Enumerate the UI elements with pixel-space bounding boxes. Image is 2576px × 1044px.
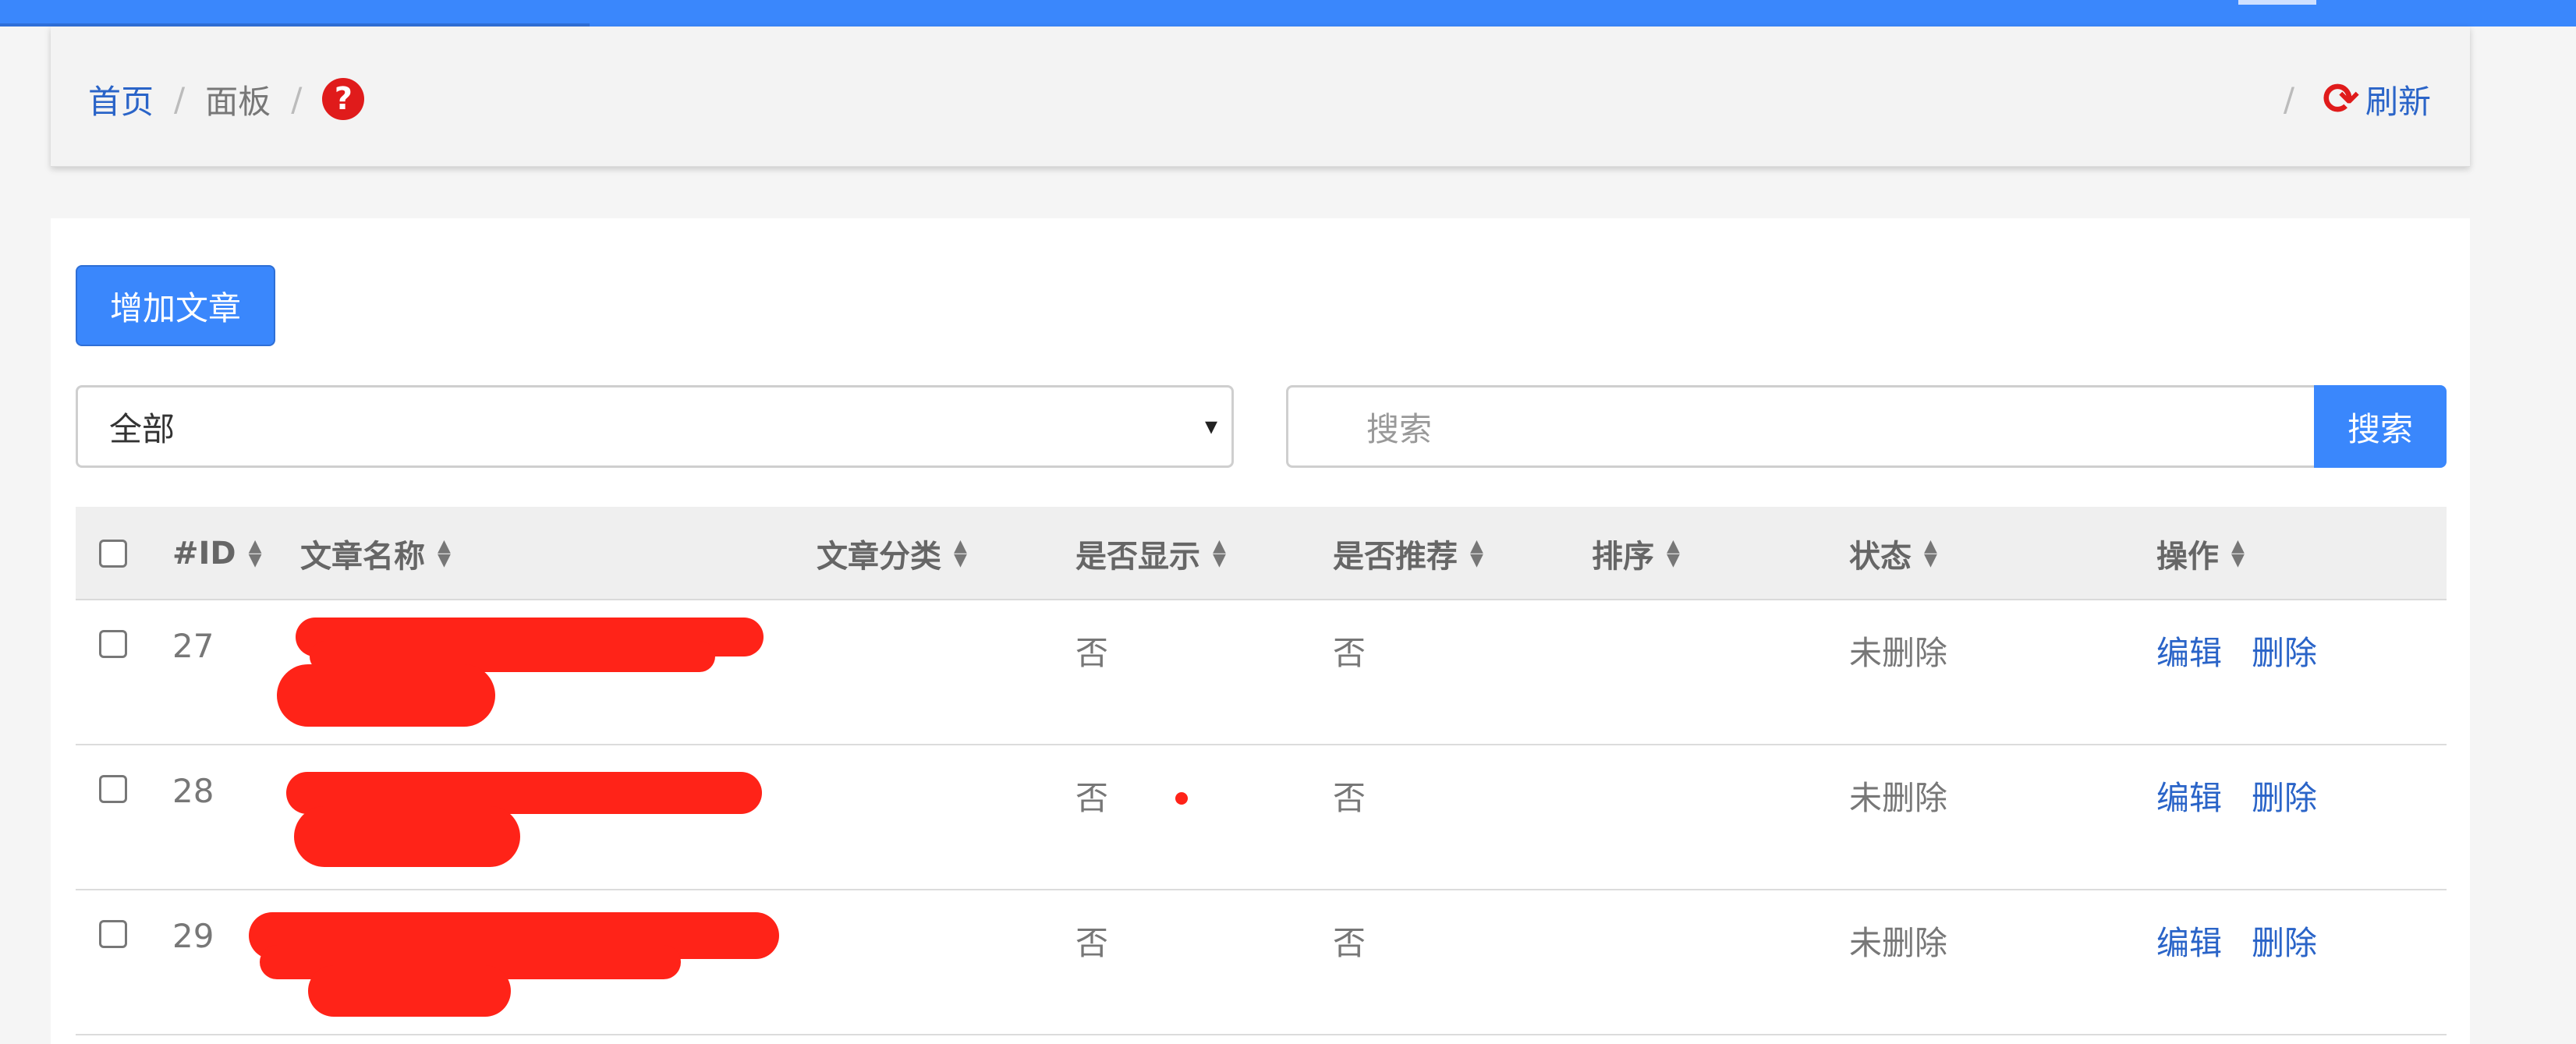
refresh-button[interactable]: / ⟳ 刷新	[2284, 72, 2431, 126]
row-id: 27	[172, 627, 214, 665]
refresh-label: 刷新	[2365, 82, 2431, 121]
sort-icon: ▲ ▼	[1470, 536, 1483, 570]
row-status: 未删除	[1849, 634, 1948, 672]
add-article-button[interactable]: 增加文章	[76, 265, 275, 346]
content-card: 增加文章 全部 ▾ 搜索 搜索 #ID ▲ ▼ 文章名称 ▲ ▼ 文章分类 ▲ ▼ 是…	[51, 218, 2470, 1044]
breadcrumb-bar: 首页 / 面板 / ? / ⟳ 刷新	[51, 27, 2470, 167]
breadcrumb: 首页 / 面板 / ?	[88, 72, 365, 126]
search-input[interactable]: 搜索	[1286, 385, 2314, 468]
row-show: 否	[1075, 779, 1109, 817]
sort-icon: ▲ ▼	[1924, 536, 1937, 570]
edit-link[interactable]: 编辑	[2156, 772, 2222, 819]
table-header: #ID ▲ ▼ 文章名称 ▲ ▼ 文章分类 ▲ ▼ 是否显示 ▲ ▼ 是否推荐 ▲ ▼ 排…	[76, 507, 2447, 600]
row-checkbox[interactable]	[99, 630, 127, 658]
row-show: 否	[1075, 634, 1109, 672]
edit-link[interactable]: 编辑	[2156, 917, 2222, 964]
row-show: 否	[1075, 924, 1109, 962]
header-recommend-label: 是否推荐	[1333, 539, 1458, 575]
refresh-icon: ⟳	[2323, 73, 2359, 125]
help-icon[interactable]: ?	[322, 78, 365, 120]
header-actions-label: 操作	[2156, 539, 2219, 575]
header-title[interactable]: 文章名称 ▲ ▼	[300, 507, 451, 600]
header-sort[interactable]: 排序 ▲ ▼	[1592, 507, 1680, 600]
table-row: 28 否 否 未删除 编辑 删除	[76, 745, 2447, 890]
header-show-label: 是否显示	[1075, 539, 1200, 575]
row-recommend: 否	[1333, 924, 1366, 962]
redaction-mark	[294, 806, 520, 867]
breadcrumb-home[interactable]: 首页	[88, 76, 154, 123]
header-status-label: 状态	[1849, 539, 1912, 575]
sort-icon: ▲ ▼	[954, 536, 967, 570]
sort-icon: ▲ ▼	[2231, 536, 2245, 570]
edit-link[interactable]: 编辑	[2156, 627, 2222, 674]
row-id: 29	[172, 917, 214, 955]
header-recommend[interactable]: 是否推荐 ▲ ▼	[1333, 507, 1483, 600]
header-id-label: #ID	[172, 536, 236, 572]
delete-link[interactable]: 删除	[2252, 627, 2317, 674]
table-row: 29 否 否 未删除 编辑 删除	[76, 890, 2447, 1035]
header-category[interactable]: 文章分类 ▲ ▼	[817, 507, 967, 600]
sort-icon: ▲ ▼	[248, 536, 262, 570]
chevron-down-icon: ▾	[1204, 411, 1217, 441]
category-filter-value: 全部	[109, 409, 175, 448]
sort-icon: ▲ ▼	[1213, 536, 1226, 570]
header-title-label: 文章名称	[300, 539, 425, 575]
sort-icon: ▲ ▼	[1667, 536, 1680, 570]
search-button[interactable]: 搜索	[2314, 385, 2447, 468]
header-show[interactable]: 是否显示 ▲ ▼	[1075, 507, 1226, 600]
header-status[interactable]: 状态 ▲ ▼	[1849, 507, 1937, 600]
header-actions[interactable]: 操作 ▲ ▼	[2156, 507, 2245, 600]
sort-icon: ▲ ▼	[438, 536, 451, 570]
search-placeholder: 搜索	[1366, 409, 1433, 448]
row-status: 未删除	[1849, 924, 1948, 962]
red-dot-mark	[1175, 792, 1188, 805]
header-id[interactable]: #ID ▲ ▼	[172, 507, 262, 600]
top-navbar	[0, 0, 2576, 27]
navbar-tab-indicator	[2238, 0, 2316, 5]
redaction-mark	[277, 664, 495, 727]
category-filter-select[interactable]: 全部 ▾	[76, 385, 1234, 468]
table-row: 27 否 否 未删除 编辑 删除	[76, 600, 2447, 745]
redaction-mark	[308, 965, 511, 1017]
row-id: 28	[172, 772, 214, 810]
breadcrumb-panel: 面板	[205, 82, 271, 121]
delete-link[interactable]: 删除	[2252, 772, 2317, 819]
row-checkbox[interactable]	[99, 775, 127, 803]
breadcrumb-separator: /	[174, 80, 186, 119]
refresh-separator: /	[2283, 80, 2295, 119]
header-category-label: 文章分类	[817, 539, 941, 575]
header-sort-label: 排序	[1592, 539, 1654, 575]
row-recommend: 否	[1333, 634, 1366, 672]
delete-link[interactable]: 删除	[2252, 917, 2317, 964]
select-all-checkbox[interactable]	[99, 540, 127, 568]
row-recommend: 否	[1333, 779, 1366, 817]
row-status: 未删除	[1849, 779, 1948, 817]
articles-table: #ID ▲ ▼ 文章名称 ▲ ▼ 文章分类 ▲ ▼ 是否显示 ▲ ▼ 是否推荐 ▲ ▼ 排…	[76, 507, 2447, 1035]
breadcrumb-separator: /	[291, 80, 303, 119]
row-checkbox[interactable]	[99, 920, 127, 948]
